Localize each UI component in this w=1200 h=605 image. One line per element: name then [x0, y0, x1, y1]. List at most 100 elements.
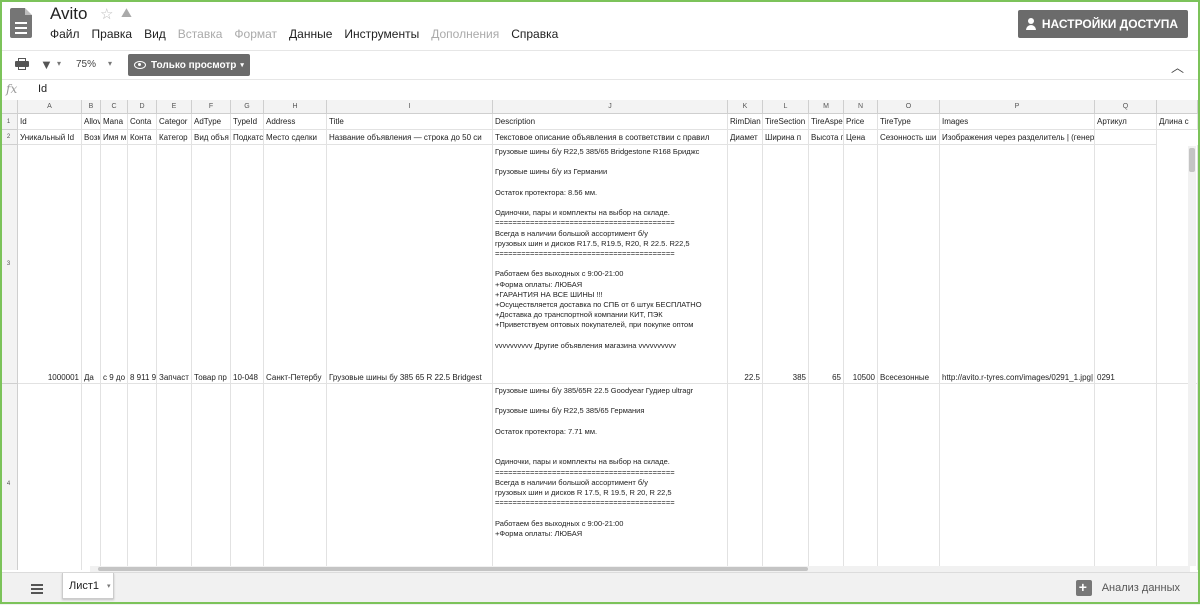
- cell[interactable]: Подкатс: [231, 130, 264, 145]
- cell[interactable]: [844, 384, 878, 570]
- cell[interactable]: Диамет: [728, 130, 763, 145]
- cell[interactable]: Ширина п: [763, 130, 809, 145]
- cell[interactable]: 0291: [1095, 145, 1157, 384]
- menu-item-5[interactable]: Данные: [289, 27, 332, 41]
- row-header[interactable]: 4: [0, 384, 18, 570]
- row-header[interactable]: 3: [0, 145, 18, 384]
- description-cell[interactable]: Грузовые шины б/у R22,5 385/65 Bridgesto…: [493, 145, 728, 384]
- cell[interactable]: Конта: [128, 130, 157, 145]
- cell[interactable]: TypeId: [231, 114, 264, 130]
- column-header[interactable]: N: [844, 100, 878, 114]
- cell[interactable]: [763, 384, 809, 570]
- cell[interactable]: Категор: [157, 130, 192, 145]
- menu-item-4[interactable]: Формат: [234, 27, 277, 41]
- sheet-tab-dropdown-icon[interactable]: ▾: [107, 582, 111, 590]
- description-cell[interactable]: Грузовые шины б/у 385/65R 22.5 Goodyear …: [493, 384, 728, 570]
- cell[interactable]: Запчаст: [157, 145, 192, 384]
- cell[interactable]: Всесезонные: [878, 145, 940, 384]
- cell[interactable]: Товар пр: [192, 145, 231, 384]
- column-header[interactable]: A: [18, 100, 82, 114]
- view-only-button[interactable]: Только просмотр ▾: [128, 54, 250, 76]
- column-header[interactable]: E: [157, 100, 192, 114]
- column-header[interactable]: C: [101, 100, 128, 114]
- formula-input[interactable]: Id: [38, 83, 47, 95]
- horizontal-scroll-thumb[interactable]: [98, 567, 808, 571]
- column-header[interactable]: M: [809, 100, 844, 114]
- cell[interactable]: [1095, 130, 1157, 145]
- cell[interactable]: AdType: [192, 114, 231, 130]
- cell[interactable]: [1095, 384, 1157, 570]
- select-all-corner[interactable]: [0, 100, 18, 114]
- column-header[interactable]: Q: [1095, 100, 1157, 114]
- cell[interactable]: [878, 384, 940, 570]
- sheets-logo-icon[interactable]: [10, 8, 32, 38]
- cell[interactable]: Артикул: [1095, 114, 1157, 130]
- filter-icon[interactable]: ▼: [40, 57, 53, 72]
- cell[interactable]: [101, 384, 128, 570]
- cell[interactable]: [264, 384, 327, 570]
- cell[interactable]: Уникальный Id: [18, 130, 82, 145]
- collapse-icon[interactable]: ︿: [1171, 57, 1184, 76]
- cell[interactable]: Вид объя: [192, 130, 231, 145]
- menu-item-0[interactable]: Файл: [50, 27, 80, 41]
- filter-dropdown-icon[interactable]: ▾: [57, 59, 61, 68]
- cell[interactable]: 8 911 9: [128, 145, 157, 384]
- star-icon[interactable]: ☆: [100, 5, 113, 23]
- cell[interactable]: [327, 384, 493, 570]
- column-header[interactable]: B: [82, 100, 101, 114]
- menu-item-1[interactable]: Правка: [92, 27, 133, 41]
- row-header[interactable]: 1: [0, 114, 18, 130]
- menu-item-8[interactable]: Справка: [511, 27, 558, 41]
- cell[interactable]: Id: [18, 114, 82, 130]
- cell[interactable]: [18, 384, 82, 570]
- menu-item-6[interactable]: Инструменты: [344, 27, 419, 41]
- cell[interactable]: Address: [264, 114, 327, 130]
- column-header[interactable]: J: [493, 100, 728, 114]
- cell[interactable]: Allov: [82, 114, 101, 130]
- cell[interactable]: с 9 до: [101, 145, 128, 384]
- column-header[interactable]: D: [128, 100, 157, 114]
- cell[interactable]: Текстовое описание объявления в соответс…: [493, 130, 728, 145]
- zoom-value[interactable]: 75%: [76, 59, 96, 70]
- all-sheets-icon[interactable]: [31, 584, 43, 594]
- menu-item-2[interactable]: Вид: [144, 27, 166, 41]
- cell[interactable]: [157, 384, 192, 570]
- spreadsheet-grid[interactable]: A B C D E F G H I J K L M N O P Q 1 2 3 4 Id Allov Mana Conta Cat…: [0, 100, 1200, 570]
- cell[interactable]: Categor: [157, 114, 192, 130]
- cell[interactable]: Возм: [82, 130, 101, 145]
- column-header[interactable]: [1157, 100, 1198, 114]
- cell[interactable]: TireSection: [763, 114, 809, 130]
- sheet-tab[interactable]: Лист1 ▾: [62, 573, 114, 599]
- cell[interactable]: 22.5: [728, 145, 763, 384]
- column-header[interactable]: I: [327, 100, 493, 114]
- cell[interactable]: http://avito.r-tyres.com/images/0291_1.j…: [940, 145, 1095, 384]
- row-header[interactable]: 2: [0, 130, 18, 145]
- zoom-dropdown-icon[interactable]: ▾: [108, 59, 112, 68]
- print-icon[interactable]: [15, 58, 29, 70]
- cell[interactable]: [940, 384, 1095, 570]
- cell[interactable]: Название объявления — строка до 50 си: [327, 130, 493, 145]
- cell[interactable]: 65: [809, 145, 844, 384]
- cell[interactable]: TireType: [878, 114, 940, 130]
- cell[interactable]: Изображения через разделитель | (генерир…: [940, 130, 1095, 145]
- menu-item-7[interactable]: Дополнения: [431, 27, 499, 41]
- share-button[interactable]: НАСТРОЙКИ ДОСТУПА: [1017, 10, 1188, 38]
- cell[interactable]: 10500: [844, 145, 878, 384]
- document-title[interactable]: Avito: [50, 4, 88, 24]
- column-header[interactable]: O: [878, 100, 940, 114]
- cell[interactable]: [82, 384, 101, 570]
- cell[interactable]: Сезонность ши: [878, 130, 940, 145]
- cell[interactable]: [728, 384, 763, 570]
- cell[interactable]: Title: [327, 114, 493, 130]
- cell[interactable]: Высота п: [809, 130, 844, 145]
- cell[interactable]: 1000001: [18, 145, 82, 384]
- cell[interactable]: Да: [82, 145, 101, 384]
- cell[interactable]: [128, 384, 157, 570]
- column-header[interactable]: K: [728, 100, 763, 114]
- column-header[interactable]: F: [192, 100, 231, 114]
- cell[interactable]: Цена: [844, 130, 878, 145]
- cell[interactable]: RimDian: [728, 114, 763, 130]
- menu-item-3[interactable]: Вставка: [178, 27, 223, 41]
- cell[interactable]: Price: [844, 114, 878, 130]
- column-header[interactable]: H: [264, 100, 327, 114]
